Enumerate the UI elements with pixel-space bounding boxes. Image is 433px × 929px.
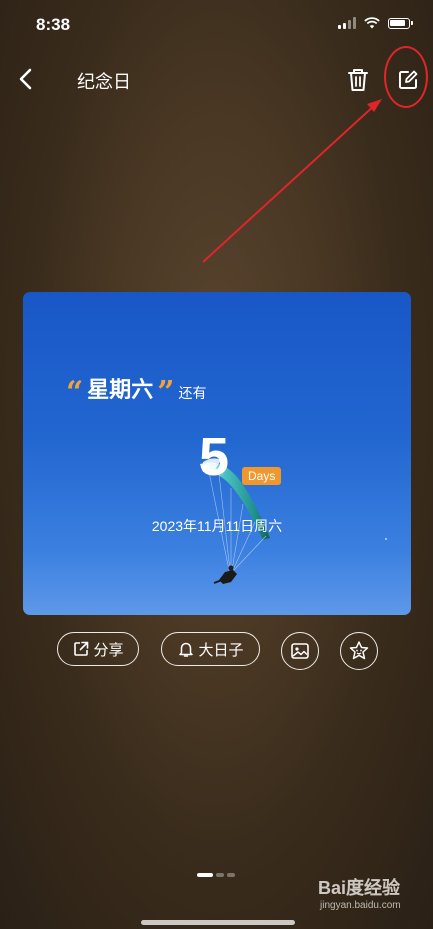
bigday-label: 大日子 (198, 641, 244, 659)
status-bar: 8:38 (0, 0, 433, 48)
page-title: 纪念日 (77, 72, 131, 92)
watermark: Bai度经验 jingyan.baidu.com (318, 872, 418, 920)
share-label: 分享 (93, 641, 124, 659)
annotation-circle (384, 46, 428, 108)
close-quote-mark: ” (157, 375, 175, 410)
trash-icon (348, 69, 368, 91)
watermark-brand: Bai度经验 (318, 878, 401, 898)
share-icon (74, 641, 89, 656)
remaining-label: 还有 (178, 385, 207, 401)
image-icon (291, 643, 309, 659)
action-bar: 分享 大日子 (0, 630, 433, 670)
bell-icon (179, 642, 194, 657)
page-dot-active (197, 873, 213, 877)
sticker-button[interactable] (340, 632, 378, 670)
days-badge: Days (242, 467, 282, 485)
wifi-icon (364, 17, 380, 29)
page-dot (227, 873, 235, 877)
back-button[interactable] (12, 63, 42, 95)
background-image-button[interactable] (281, 632, 319, 670)
target-date: 2023年11月11日周六 (151, 518, 283, 534)
status-icons (338, 17, 413, 29)
countdown-card[interactable]: “ 星期六 ” 还有 5 Days 2023年11月11日周六 (23, 292, 411, 615)
card-headline: “ 星期六 ” 还有 (66, 372, 207, 410)
day-count: 5 (199, 427, 230, 487)
page-dot (216, 873, 224, 877)
status-time: 8:38 (36, 15, 71, 34)
delete-button[interactable] (344, 65, 372, 95)
chevron-left-icon (19, 68, 32, 90)
nav-bar: 纪念日 (0, 55, 433, 105)
sticker-icon (349, 641, 369, 660)
target-weekday: 星期六 (87, 377, 154, 402)
share-button[interactable]: 分享 (57, 632, 139, 666)
bigday-button[interactable]: 大日子 (161, 632, 260, 666)
watermark-url: jingyan.baidu.com (320, 900, 401, 911)
open-quote-mark: “ (66, 375, 84, 410)
battery-icon (388, 17, 410, 29)
page-indicator (197, 873, 235, 877)
home-indicator[interactable] (141, 920, 295, 925)
signal-icon (338, 17, 356, 29)
